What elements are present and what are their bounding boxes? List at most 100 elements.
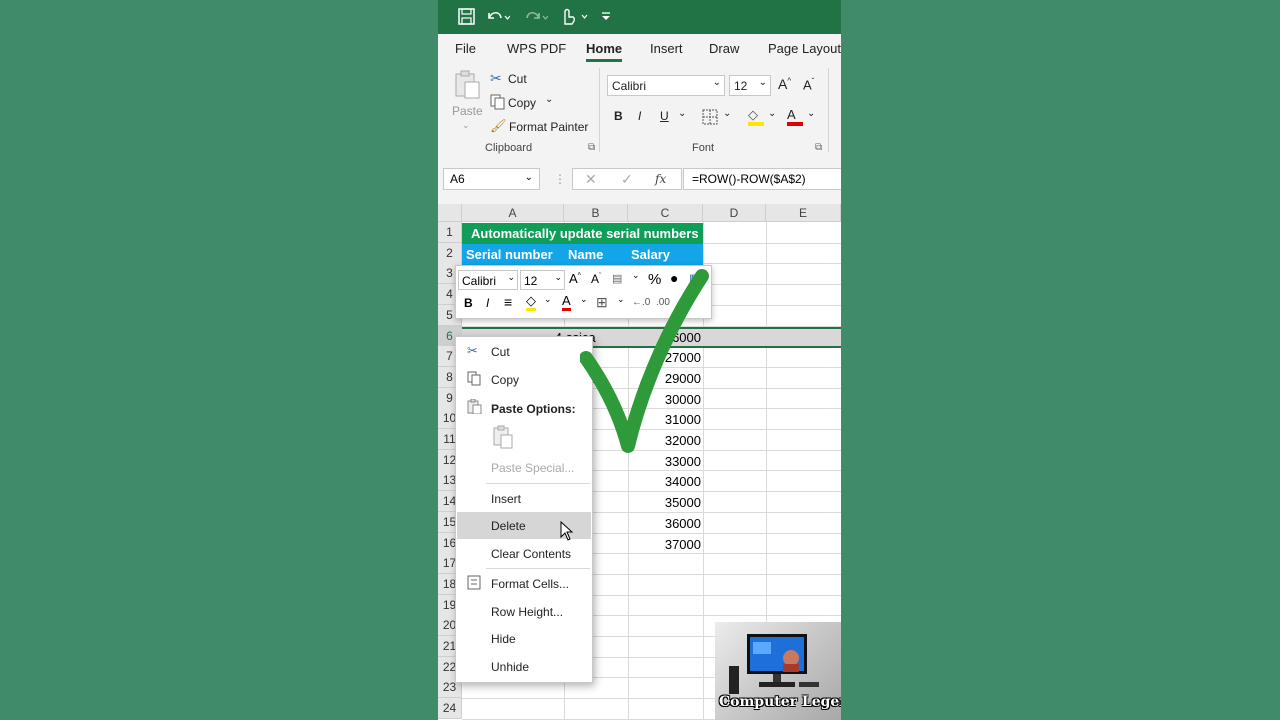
paste-icon <box>455 70 480 99</box>
menu-item-insert[interactable]: Insert <box>491 492 521 506</box>
mini-font-select[interactable]: Calibri ⌄ <box>458 270 518 290</box>
chevron-down-icon[interactable]: ⌄ <box>723 108 731 119</box>
cut-label: Cut <box>508 72 527 86</box>
column-header-d[interactable]: D <box>703 204 766 222</box>
cell-salary[interactable]: 35000 <box>628 492 701 513</box>
save-icon[interactable] <box>458 8 475 25</box>
menu-item-row-height[interactable]: Row Height... <box>491 605 563 619</box>
select-all-corner[interactable] <box>438 204 462 222</box>
header-salary[interactable]: Salary <box>628 244 703 265</box>
mouse-cursor-icon <box>560 521 574 541</box>
column-header-b[interactable]: B <box>564 204 628 222</box>
row-header[interactable]: 24 <box>438 698 462 720</box>
quick-access-toolbar <box>438 0 841 34</box>
menu-item-clear-contents[interactable]: Clear Contents <box>491 547 571 561</box>
tab-insert[interactable]: Insert <box>650 41 683 56</box>
tab-file[interactable]: File <box>455 41 476 56</box>
chevron-down-icon[interactable]: ⌄ <box>768 108 776 119</box>
font-group-label: Font <box>692 142 715 154</box>
row-header[interactable]: 1 <box>438 222 462 243</box>
cancel-icon[interactable]: ✕ <box>585 171 597 188</box>
divider <box>828 68 829 152</box>
menu-item-delete[interactable]: Delete <box>491 519 526 533</box>
copy-icon <box>467 371 481 386</box>
paste-button[interactable]: Paste ⌄ <box>450 70 484 132</box>
format-cells-icon <box>467 575 481 590</box>
chevron-down-icon[interactable]: ⌄ <box>807 108 815 119</box>
menu-divider <box>486 568 590 569</box>
mini-italic-button[interactable]: I <box>486 296 489 310</box>
column-header-c[interactable]: C <box>628 204 703 222</box>
dialog-launcher-icon[interactable]: ⧉ <box>588 142 595 153</box>
mini-bold-button[interactable]: B <box>464 296 473 310</box>
tab-home[interactable]: Home <box>586 41 622 56</box>
menu-item-format-cells[interactable]: Format Cells... <box>491 577 569 591</box>
redo-icon[interactable] <box>524 8 548 25</box>
row-header[interactable]: 2 <box>438 242 462 264</box>
paste-icon <box>467 399 482 414</box>
fill-color-icon[interactable]: ◇ <box>748 107 764 126</box>
tab-draw[interactable]: Draw <box>709 41 739 56</box>
tab-wps-pdf[interactable]: WPS PDF <box>507 41 566 56</box>
cell-salary[interactable]: 34000 <box>628 471 701 492</box>
cut-button[interactable]: ✂ Cut <box>490 70 550 88</box>
borders-icon[interactable] <box>702 109 718 125</box>
formula-buttons: ✕ ✓ fx <box>572 168 682 190</box>
formula-input[interactable]: =ROW()-ROW($A$2) <box>683 168 841 190</box>
formula-bar: A6 ⌄ ⋮ ✕ ✓ fx =ROW()-ROW($A$2) <box>438 158 841 204</box>
customize-icon[interactable] <box>600 10 612 22</box>
enter-icon[interactable]: ✓ <box>621 171 633 188</box>
title-cell[interactable]: Automatically update serial numbers <box>462 223 703 244</box>
header-name[interactable]: Name <box>564 244 628 265</box>
mini-size-select[interactable]: 12 ⌄ <box>520 270 565 290</box>
font-size-select[interactable]: 12 ⌄ <box>729 75 771 96</box>
format-painter-button[interactable]: 🖌 Format Painter <box>490 118 590 136</box>
paste-label: Paste <box>452 104 483 118</box>
name-box[interactable]: A6 ⌄ <box>443 168 540 190</box>
menu-item-unhide[interactable]: Unhide <box>491 660 529 674</box>
bold-button[interactable]: B <box>614 109 623 123</box>
italic-button[interactable]: I <box>638 109 641 123</box>
chevron-down-icon[interactable]: ⌄ <box>678 108 686 119</box>
chevron-down-icon: ⌄ <box>758 77 767 88</box>
insert-function-icon[interactable]: fx <box>655 172 666 186</box>
menu-item-cut[interactable]: Cut <box>491 345 510 359</box>
mini-size-value: 12 <box>524 274 538 288</box>
menu-item-paste-special: Paste Special... <box>491 461 575 475</box>
column-header-e[interactable]: E <box>766 204 841 222</box>
paste-option-icon[interactable] <box>492 425 514 449</box>
format-painter-icon: 🖌 <box>490 118 507 133</box>
font-name-select[interactable]: Calibri ⌄ <box>607 75 725 96</box>
checkmark-icon <box>580 269 709 453</box>
chevron-down-icon: ⌄ <box>712 77 721 88</box>
tab-page-layout[interactable]: Page Layout <box>768 41 841 56</box>
decrease-font-size-icon[interactable]: Aˇ <box>803 77 814 92</box>
undo-icon[interactable] <box>486 8 510 25</box>
copy-label: Copy <box>508 96 537 110</box>
menu-divider <box>486 483 590 484</box>
underline-button[interactable]: U <box>660 109 669 123</box>
fill-color-icon[interactable]: ◇ <box>526 294 536 311</box>
touch-mode-icon[interactable] <box>559 7 589 26</box>
chevron-down-icon: ⌄ <box>507 272 515 282</box>
chevron-down-icon[interactable]: ⌄ <box>544 294 552 305</box>
divider <box>599 68 600 152</box>
ribbon: Paste ⌄ ✂ Cut Copy ⌄ 🖌 Format Painter Cl… <box>438 62 841 159</box>
scissors-icon: ✂ <box>490 70 502 86</box>
increase-font-size-icon[interactable]: A^ <box>778 76 791 92</box>
dialog-launcher-icon[interactable]: ⧉ <box>815 142 822 153</box>
ribbon-tabs: File WPS PDF Home Insert Draw Page Layou… <box>438 34 841 62</box>
copy-button[interactable]: Copy ⌄ <box>490 94 570 112</box>
header-serial-number[interactable]: Serial number <box>462 244 564 265</box>
font-color-icon[interactable]: A <box>562 294 571 311</box>
column-header-a[interactable]: A <box>462 204 564 222</box>
chevron-down-icon: ⌄ <box>554 272 562 282</box>
cell-salary[interactable]: 37000 <box>628 534 701 555</box>
align-center-icon[interactable]: ≡ <box>504 294 512 310</box>
clipboard-group-label: Clipboard <box>485 142 533 154</box>
font-color-icon[interactable]: A <box>787 107 803 126</box>
menu-item-copy[interactable]: Copy <box>491 373 519 387</box>
scissors-icon: ✂ <box>467 343 478 358</box>
cell-salary[interactable]: 36000 <box>628 513 701 534</box>
menu-item-hide[interactable]: Hide <box>491 632 516 646</box>
